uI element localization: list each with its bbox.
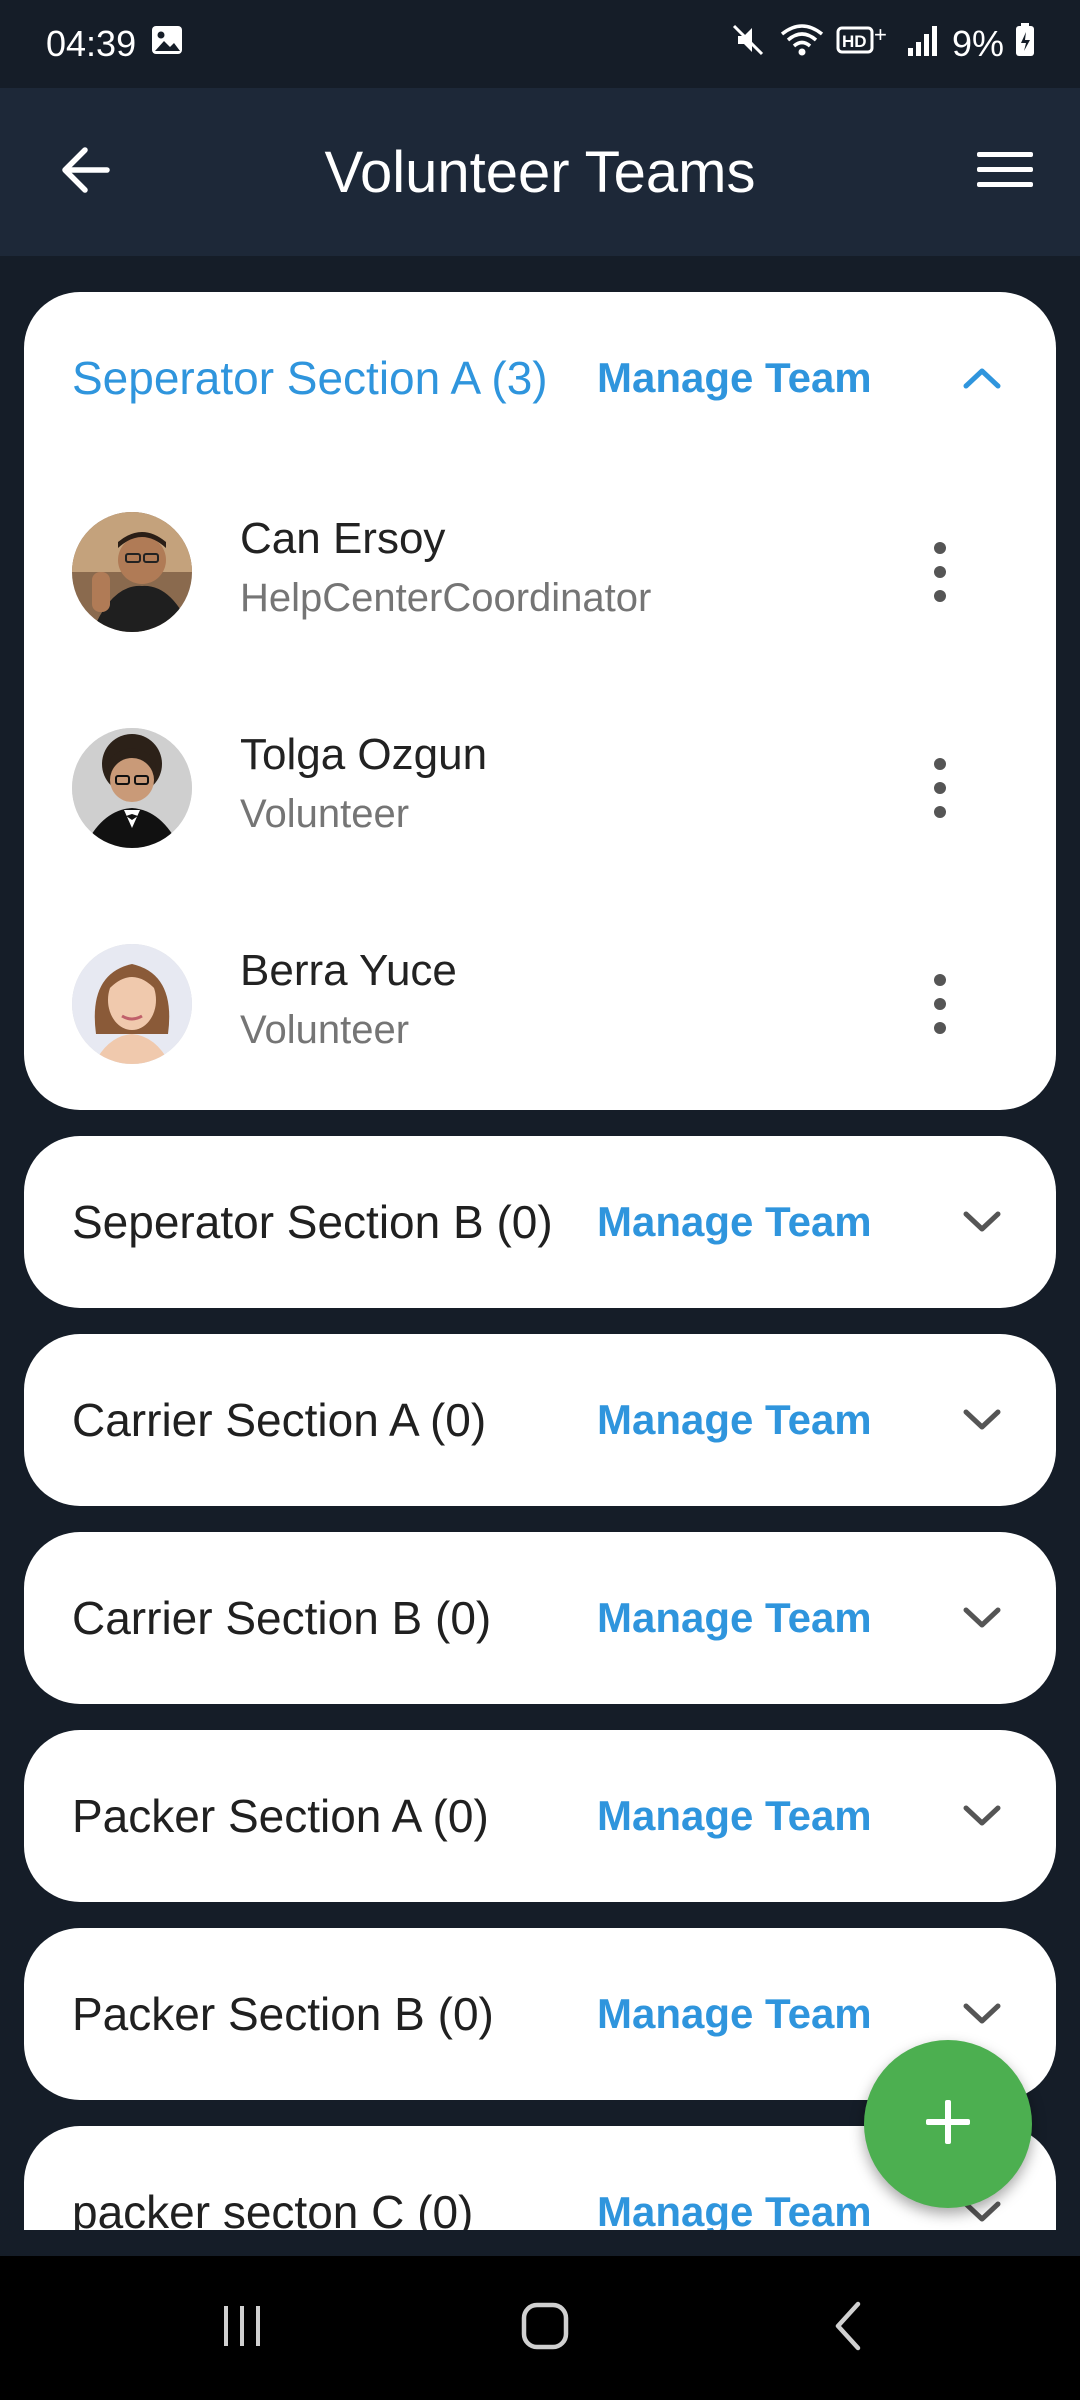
chevron-down-icon[interactable] — [952, 1984, 1012, 2044]
chevron-down-icon[interactable] — [952, 1390, 1012, 1450]
page-title: Volunteer Teams — [324, 139, 756, 205]
manage-team-link[interactable]: Manage Team — [597, 1928, 872, 2100]
menu-button[interactable] — [968, 140, 1042, 204]
team-card-expanded: Seperator Section A (3) Manage Team Can … — [24, 292, 1056, 1110]
manage-team-link[interactable]: Manage Team — [597, 2126, 872, 2230]
manage-team-link[interactable]: Manage Team — [597, 292, 872, 464]
team-card[interactable]: Seperator Section B (0) Manage Team — [24, 1136, 1056, 1308]
team-card[interactable]: Carrier Section A (0) Manage Team — [24, 1334, 1056, 1506]
avatar — [72, 944, 192, 1064]
avatar — [72, 512, 192, 632]
plus-icon — [922, 2096, 974, 2153]
manage-team-link[interactable]: Manage Team — [597, 1532, 872, 1704]
add-team-button[interactable] — [864, 2040, 1032, 2208]
member-name: Tolga Ozgun — [240, 730, 488, 779]
hamburger-menu-icon — [977, 150, 1033, 195]
chevron-down-icon[interactable] — [952, 1786, 1012, 1846]
chevron-up-icon[interactable] — [952, 348, 1012, 408]
team-name: Seperator Section B (0) — [72, 1196, 553, 1248]
wifi-icon — [778, 20, 826, 69]
more-options-icon[interactable] — [920, 534, 960, 610]
chevron-down-icon[interactable] — [952, 1588, 1012, 1648]
more-options-icon[interactable] — [920, 750, 960, 826]
team-name: Seperator Section A (3) — [72, 352, 548, 404]
member-name: Can Ersoy — [240, 514, 446, 563]
member-role: Volunteer — [240, 792, 410, 836]
back-button[interactable] — [50, 140, 120, 204]
chevron-down-icon[interactable] — [952, 1192, 1012, 1252]
battery-charging-icon — [1014, 22, 1036, 67]
member-role: Volunteer — [240, 1008, 410, 1052]
svg-text:+: + — [874, 22, 887, 47]
team-name: Carrier Section A (0) — [72, 1394, 487, 1446]
status-bar: 04:39 HD + 9% — [0, 0, 1080, 88]
team-name: Packer Section A (0) — [72, 1790, 489, 1842]
member-row[interactable]: Berra Yuce Volunteer — [24, 896, 1056, 1112]
team-list: Seperator Section A (3) Manage Team Can … — [0, 256, 1080, 2230]
system-nav-bar — [0, 2256, 1080, 2400]
team-header[interactable]: Seperator Section A (3) Manage Team — [24, 292, 1056, 464]
arrow-left-icon — [59, 146, 111, 199]
recent-apps-icon — [216, 2300, 268, 2357]
manage-team-link[interactable]: Manage Team — [597, 1730, 872, 1902]
team-name: Packer Section B (0) — [72, 1988, 494, 2040]
back-chevron-icon — [824, 2300, 876, 2357]
member-role: HelpCenterCoordinator — [240, 576, 652, 620]
manage-team-link[interactable]: Manage Team — [597, 1334, 872, 1506]
mute-icon — [728, 20, 768, 69]
status-time: 04:39 — [46, 23, 137, 64]
app-bar: Volunteer Teams — [0, 88, 1080, 256]
member-row[interactable]: Can Ersoy HelpCenterCoordinator — [24, 464, 1056, 680]
member-row[interactable]: Tolga Ozgun Volunteer — [24, 680, 1056, 896]
team-card[interactable]: Carrier Section B (0) Manage Team — [24, 1532, 1056, 1704]
manage-team-link[interactable]: Manage Team — [597, 1136, 872, 1308]
battery-level: 9% — [951, 23, 1004, 64]
team-card[interactable]: Packer Section A (0) Manage Team — [24, 1730, 1056, 1902]
signal-icon — [906, 20, 942, 69]
home-button[interactable] — [495, 2286, 595, 2370]
team-name: Carrier Section B (0) — [72, 1592, 492, 1644]
member-name: Berra Yuce — [240, 946, 457, 995]
avatar — [72, 728, 192, 848]
gallery-icon — [150, 23, 184, 66]
home-icon — [519, 2300, 571, 2357]
team-name: packer secton C (0) — [72, 2186, 474, 2230]
recent-apps-button[interactable] — [192, 2286, 292, 2370]
back-nav-button[interactable] — [800, 2286, 900, 2370]
svg-text:HD: HD — [842, 32, 867, 51]
more-options-icon[interactable] — [920, 966, 960, 1042]
hd-plus-icon: HD + — [836, 20, 896, 69]
